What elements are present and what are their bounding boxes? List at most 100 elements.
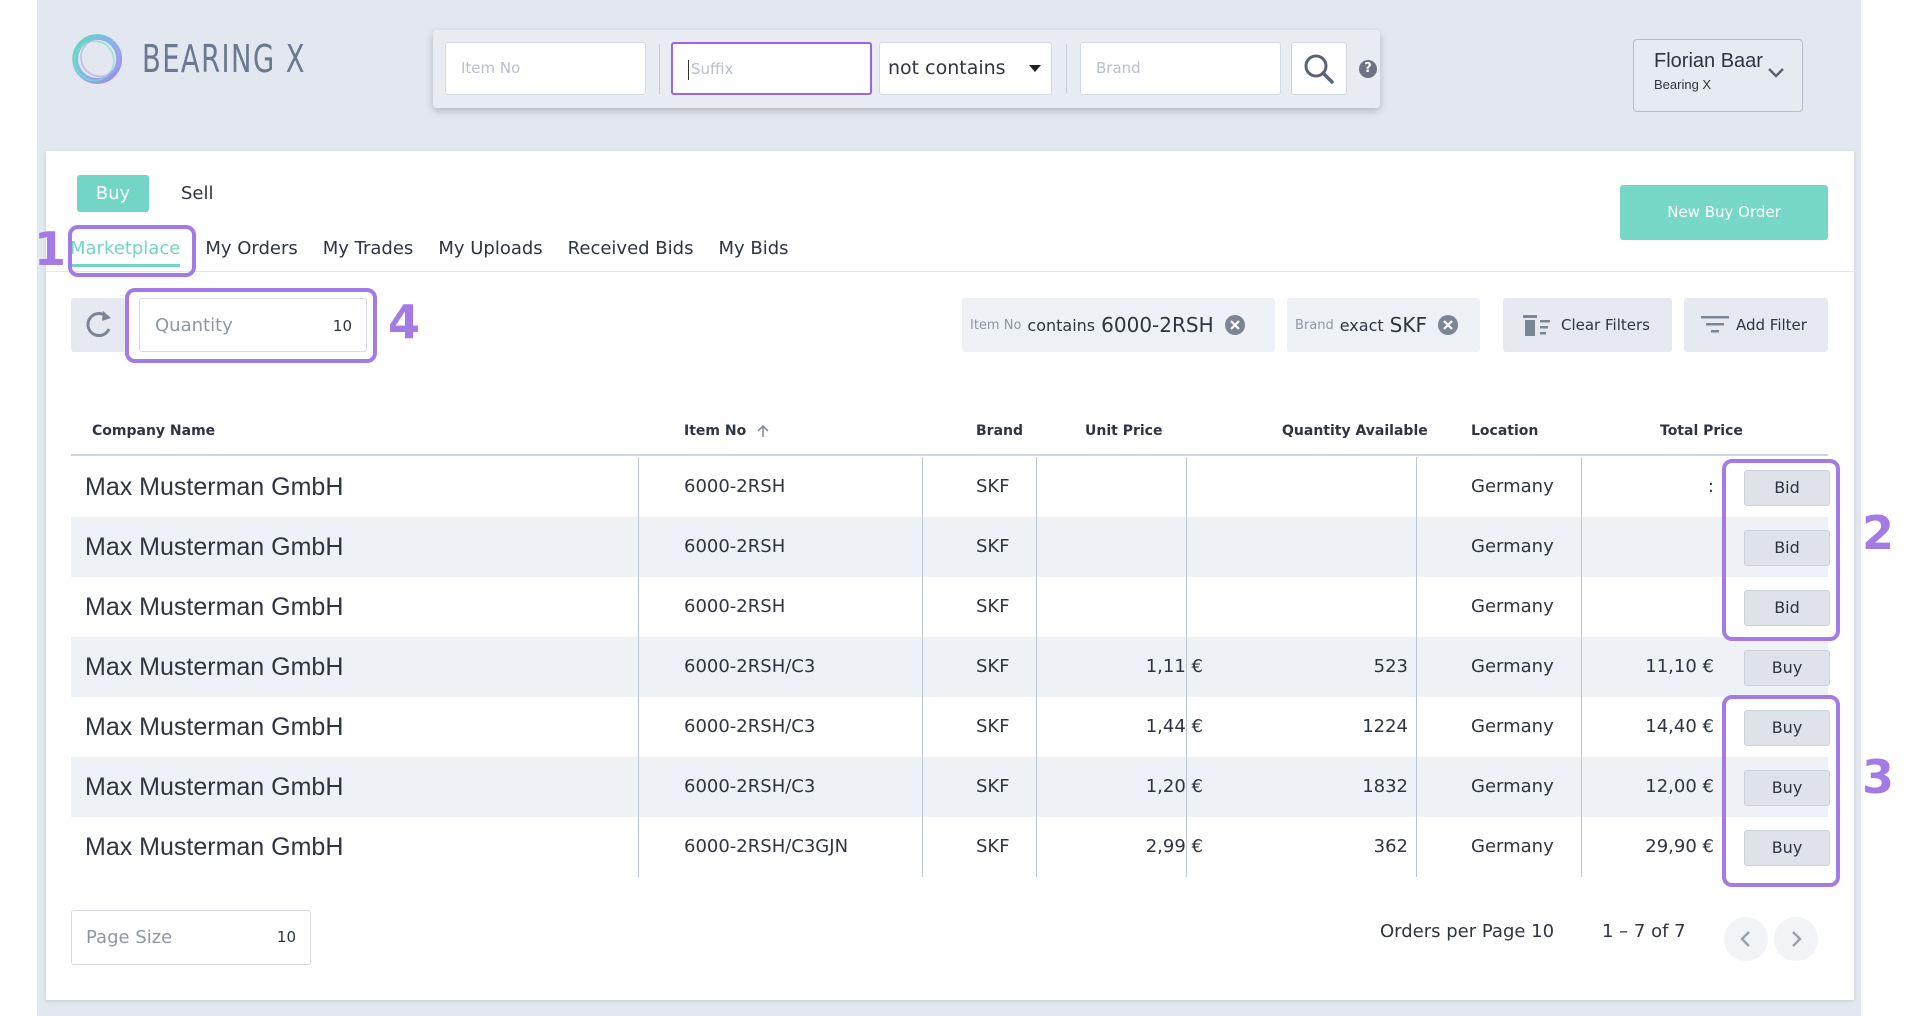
cell-brand: SKF	[976, 476, 1010, 497]
cell-brand: SKF	[976, 536, 1010, 557]
clear-filters-label: Clear Filters	[1561, 316, 1650, 334]
col-header-item-no-label: Item No	[684, 423, 747, 439]
pagination-range: 1 – 7 of 7	[1602, 921, 1686, 942]
table-row[interactable]: Max Musterman GmbH 6000-2RSH SKF Germany…	[71, 577, 1830, 637]
cell-location: Germany	[1471, 716, 1554, 737]
filter-lines-icon	[1701, 316, 1729, 333]
filter-operator: exact	[1339, 315, 1384, 335]
brand-logo[interactable]: BEARING X	[70, 12, 370, 106]
trash-filter-icon	[1523, 315, 1550, 336]
new-buy-order-button[interactable]: New Buy Order	[1620, 185, 1828, 240]
clear-filters-button[interactable]: Clear Filters	[1503, 298, 1672, 352]
prev-page-button[interactable]	[1724, 917, 1768, 961]
col-header-total[interactable]: Total Price	[1660, 406, 1743, 456]
col-header-item-no[interactable]: Item No	[684, 406, 771, 456]
sort-arrow-up-icon	[757, 424, 769, 437]
tab-my-bids[interactable]: My Bids	[718, 227, 788, 271]
refresh-button[interactable]	[71, 298, 126, 352]
search-button[interactable]	[1291, 42, 1347, 95]
logo-ring-icon	[72, 34, 123, 84]
cell-total: 11,10 €	[1645, 656, 1714, 677]
tab-my-orders[interactable]: My Orders	[205, 227, 297, 271]
cell-location: Germany	[1471, 476, 1554, 497]
filter-chip-brand: Brand exact SKF	[1287, 298, 1480, 352]
user-menu[interactable]: Florian Baar Bearing X	[1633, 39, 1803, 112]
filter-field: Brand	[1295, 317, 1334, 333]
column-divider	[922, 457, 923, 877]
clear-circle-icon[interactable]	[1437, 314, 1459, 336]
column-divider	[1036, 457, 1037, 877]
mode-buy-toggle[interactable]: Buy	[77, 175, 149, 212]
divider	[659, 44, 660, 94]
col-header-unit-price[interactable]: Unit Price	[1085, 406, 1162, 456]
user-company: Bearing X	[1654, 77, 1712, 92]
cell-brand: SKF	[976, 716, 1010, 737]
table-row[interactable]: Max Musterman GmbH 6000-2RSH/C3 SKF 1,20…	[71, 757, 1830, 817]
operator-value: not contains	[888, 57, 1006, 79]
table-row[interactable]: Max Musterman GmbH 6000-2RSH/C3 SKF 1,44…	[71, 697, 1830, 757]
cell-quantity: 1224	[1362, 716, 1408, 737]
operator-select[interactable]: not contains	[879, 42, 1052, 95]
add-filter-button[interactable]: Add Filter	[1684, 298, 1828, 352]
filter-value: SKF	[1389, 313, 1427, 337]
tab-my-trades[interactable]: My Trades	[323, 227, 414, 271]
dropdown-arrow-icon	[1029, 65, 1041, 72]
annotation-box-1	[68, 225, 196, 277]
mode-sell-toggle[interactable]: Sell	[181, 175, 214, 212]
cell-company: Max Musterman GmbH	[85, 593, 344, 621]
tab-my-uploads[interactable]: My Uploads	[438, 227, 542, 271]
column-divider	[638, 457, 639, 877]
cell-item-no: 6000-2RSH	[684, 476, 786, 497]
annotation-number-4: 4	[388, 295, 421, 349]
table-row[interactable]: Max Musterman GmbH 6000-2RSH SKF Germany…	[71, 457, 1830, 517]
cell-total: :	[1707, 476, 1714, 497]
cell-item-no: 6000-2RSH/C3	[684, 656, 816, 677]
col-header-company[interactable]: Company Name	[92, 406, 215, 456]
cell-total: 12,00 €	[1645, 776, 1714, 797]
search-icon	[1304, 54, 1334, 84]
filter-operator: contains	[1027, 315, 1096, 335]
filter-value: 6000-2RSH	[1101, 313, 1214, 337]
cell-brand: SKF	[976, 836, 1010, 857]
next-page-button[interactable]	[1774, 917, 1818, 961]
cell-quantity: 1832	[1362, 776, 1408, 797]
suffix-input[interactable]: Suffix	[671, 42, 872, 95]
clear-circle-icon[interactable]	[1224, 314, 1246, 336]
item-no-input[interactable]: Item No	[445, 42, 646, 95]
column-divider	[1416, 457, 1417, 877]
table-row[interactable]: Max Musterman GmbH 6000-2RSH/C3GJN SKF 2…	[71, 817, 1830, 877]
brand-input[interactable]: Brand	[1080, 42, 1281, 95]
tab-received-bids[interactable]: Received Bids	[568, 227, 694, 271]
cell-unit-price: 1,44 €	[1145, 716, 1203, 737]
filter-field: Item No	[970, 317, 1022, 333]
table-row[interactable]: Max Musterman GmbH 6000-2RSH/C3 SKF 1,11…	[71, 637, 1830, 697]
cell-company: Max Musterman GmbH	[85, 533, 344, 561]
column-divider	[1581, 457, 1582, 877]
table-row[interactable]: Max Musterman GmbH 6000-2RSH SKF Germany…	[71, 517, 1830, 577]
col-header-brand[interactable]: Brand	[976, 406, 1023, 456]
filter-chip-item-no: Item No contains 6000-2RSH	[962, 298, 1275, 352]
buy-button[interactable]: Buy	[1744, 650, 1830, 686]
item-no-placeholder: Item No	[461, 59, 521, 77]
cell-location: Germany	[1471, 536, 1554, 557]
cell-quantity: 523	[1373, 656, 1408, 677]
col-header-quantity[interactable]: Quantity Available	[1282, 406, 1428, 456]
annotation-box-4	[125, 288, 377, 363]
page-size-input[interactable]: Page Size 10	[71, 910, 311, 965]
cell-company: Max Musterman GmbH	[85, 833, 344, 861]
annotation-number-2: 2	[1862, 506, 1895, 560]
cell-company: Max Musterman GmbH	[85, 473, 344, 501]
col-header-location[interactable]: Location	[1471, 406, 1538, 456]
annotation-number-1: 1	[34, 222, 67, 276]
cell-item-no: 6000-2RSH/C3	[684, 716, 816, 737]
chevron-right-icon	[1792, 931, 1802, 947]
cell-total: 14,40 €	[1645, 716, 1714, 737]
help-icon[interactable]: ?	[1359, 60, 1377, 78]
cell-quantity: 362	[1373, 836, 1408, 857]
cell-company: Max Musterman GmbH	[85, 773, 344, 801]
table-header: Company Name Item No Brand Unit Price Qu…	[71, 406, 1828, 456]
annotation-box-3	[1722, 695, 1840, 887]
annotation-box-2	[1722, 459, 1840, 641]
page-size-value: 10	[276, 928, 296, 946]
cell-company: Max Musterman GmbH	[85, 653, 344, 681]
